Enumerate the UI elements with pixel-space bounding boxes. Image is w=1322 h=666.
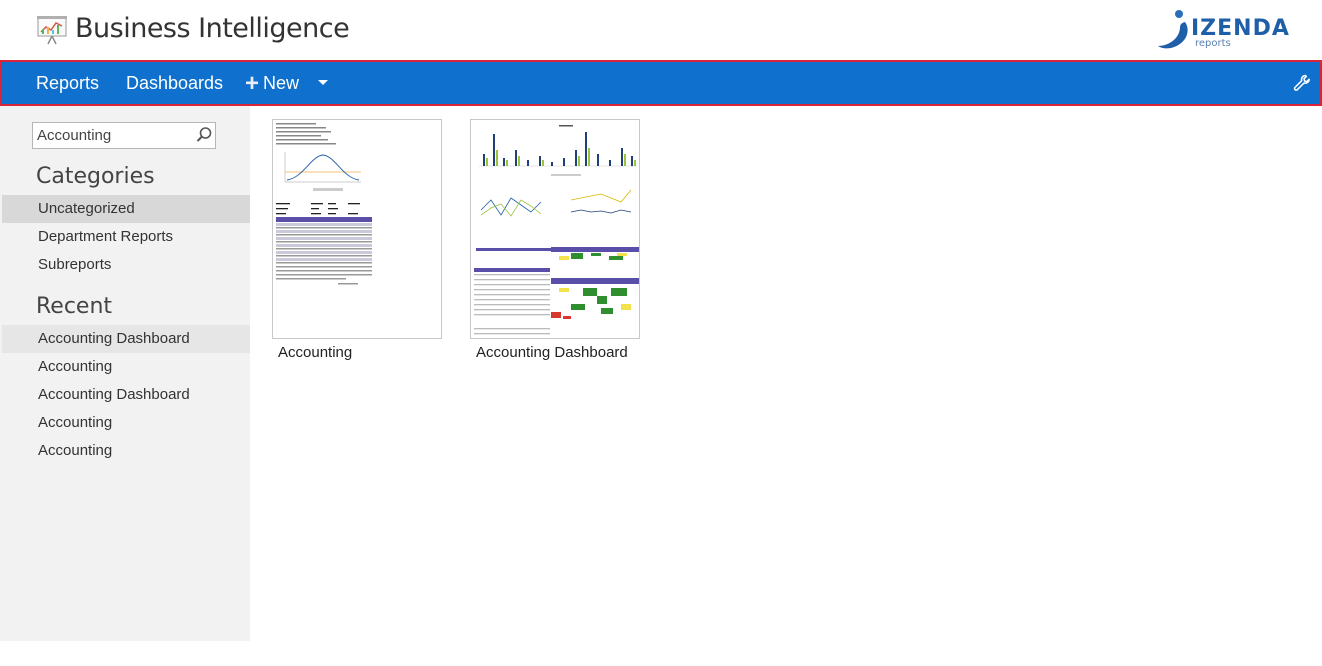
new-button-label: New: [263, 73, 300, 93]
tile-label: Accounting Dashboard: [476, 344, 628, 361]
report-thumbnail: [272, 119, 442, 339]
recent-item[interactable]: Accounting Dashboard: [2, 381, 250, 409]
recent-item[interactable]: Accounting: [2, 437, 250, 465]
dashboard-thumbnail: [470, 119, 640, 339]
tile-label: Accounting: [278, 344, 353, 361]
izenda-logo: IZENDA reports: [1155, 8, 1320, 52]
app-title: Business Intelligence: [75, 13, 350, 44]
caret-down-icon[interactable]: [318, 80, 328, 85]
main-nav-bar: Reports Dashboards + New: [0, 60, 1322, 106]
presentation-chart-icon: [36, 14, 68, 46]
search-icon[interactable]: [195, 126, 213, 144]
search-input[interactable]: [37, 125, 187, 146]
nav-reports[interactable]: Reports: [36, 62, 99, 104]
sidebar: Categories Uncategorized Department Repo…: [0, 106, 250, 641]
new-button[interactable]: + New: [245, 62, 299, 104]
wrench-icon[interactable]: [1292, 73, 1312, 93]
recent-heading: Recent: [36, 294, 113, 319]
recent-item[interactable]: Accounting: [2, 353, 250, 381]
category-item-department-reports[interactable]: Department Reports: [2, 223, 250, 251]
plus-icon: +: [245, 70, 260, 97]
category-item-uncategorized[interactable]: Uncategorized: [2, 195, 250, 223]
search-box: [32, 122, 216, 149]
nav-dashboards[interactable]: Dashboards: [126, 62, 223, 104]
header: Business Intelligence IZENDA reports: [0, 0, 1322, 60]
category-item-subreports[interactable]: Subreports: [2, 251, 250, 279]
recent-item[interactable]: Accounting: [2, 409, 250, 437]
categories-heading: Categories: [36, 164, 155, 189]
recent-item[interactable]: Accounting Dashboard: [2, 325, 250, 353]
